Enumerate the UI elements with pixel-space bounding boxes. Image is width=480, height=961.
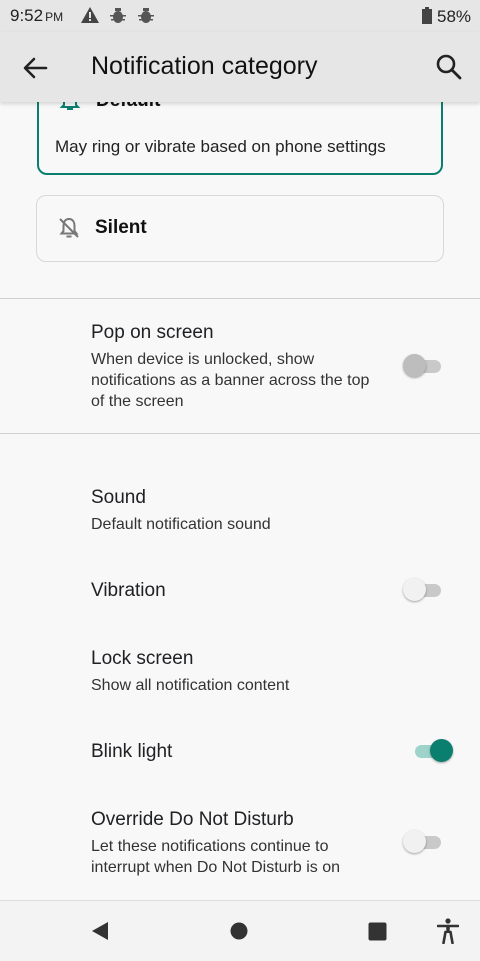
divider [0, 433, 480, 434]
toggle-thumb [403, 578, 426, 601]
override-dnd-toggle[interactable] [403, 828, 445, 854]
warning-icon [81, 7, 99, 23]
bug-icon [110, 8, 126, 23]
importance-default-description: May ring or vibrate based on phone setti… [55, 137, 386, 156]
pop-on-screen-toggle[interactable] [403, 352, 445, 378]
search-icon[interactable] [434, 52, 464, 82]
battery-percentage: 58% [437, 7, 472, 26]
override-dnd-summary: Let these notifications continue to inte… [91, 838, 340, 876]
toggle-thumb [403, 830, 426, 853]
importance-silent-card[interactable]: Silent [36, 195, 444, 262]
page-title: Notification category [91, 52, 318, 80]
blink-light-toggle[interactable] [411, 737, 453, 763]
blink-light-title: Blink light [91, 741, 173, 762]
pop-on-screen-title: Pop on screen [91, 322, 214, 343]
sound-summary: Default notification sound [91, 516, 271, 533]
pop-on-screen-summary: When device is unlocked, show notificati… [91, 351, 370, 410]
bug-icon [138, 8, 154, 23]
override-dnd-title: Override Do Not Disturb [91, 809, 294, 830]
recents-icon[interactable] [368, 922, 387, 941]
vibration-title: Vibration [91, 580, 166, 601]
back-arrow-icon[interactable] [20, 53, 50, 83]
home-icon[interactable] [230, 922, 248, 940]
toggle-thumb [403, 354, 426, 377]
lock-screen-title: Lock screen [91, 648, 194, 669]
app-bar: Notification category [0, 32, 480, 102]
vibration-toggle[interactable] [403, 576, 445, 602]
battery-icon [422, 7, 432, 24]
status-time: 9:52 PM [10, 6, 64, 25]
navigation-bar [0, 900, 480, 961]
accessibility-icon[interactable] [437, 918, 459, 944]
sound-title: Sound [91, 487, 146, 508]
importance-silent-label: Silent [95, 217, 147, 238]
nav-back-icon[interactable] [90, 921, 110, 941]
toggle-thumb [430, 739, 453, 762]
lock-screen-summary: Show all notification content [91, 677, 290, 694]
status-bar: 9:52 PM 58% [0, 0, 480, 32]
divider [0, 298, 480, 299]
bell-off-icon [59, 217, 79, 238]
